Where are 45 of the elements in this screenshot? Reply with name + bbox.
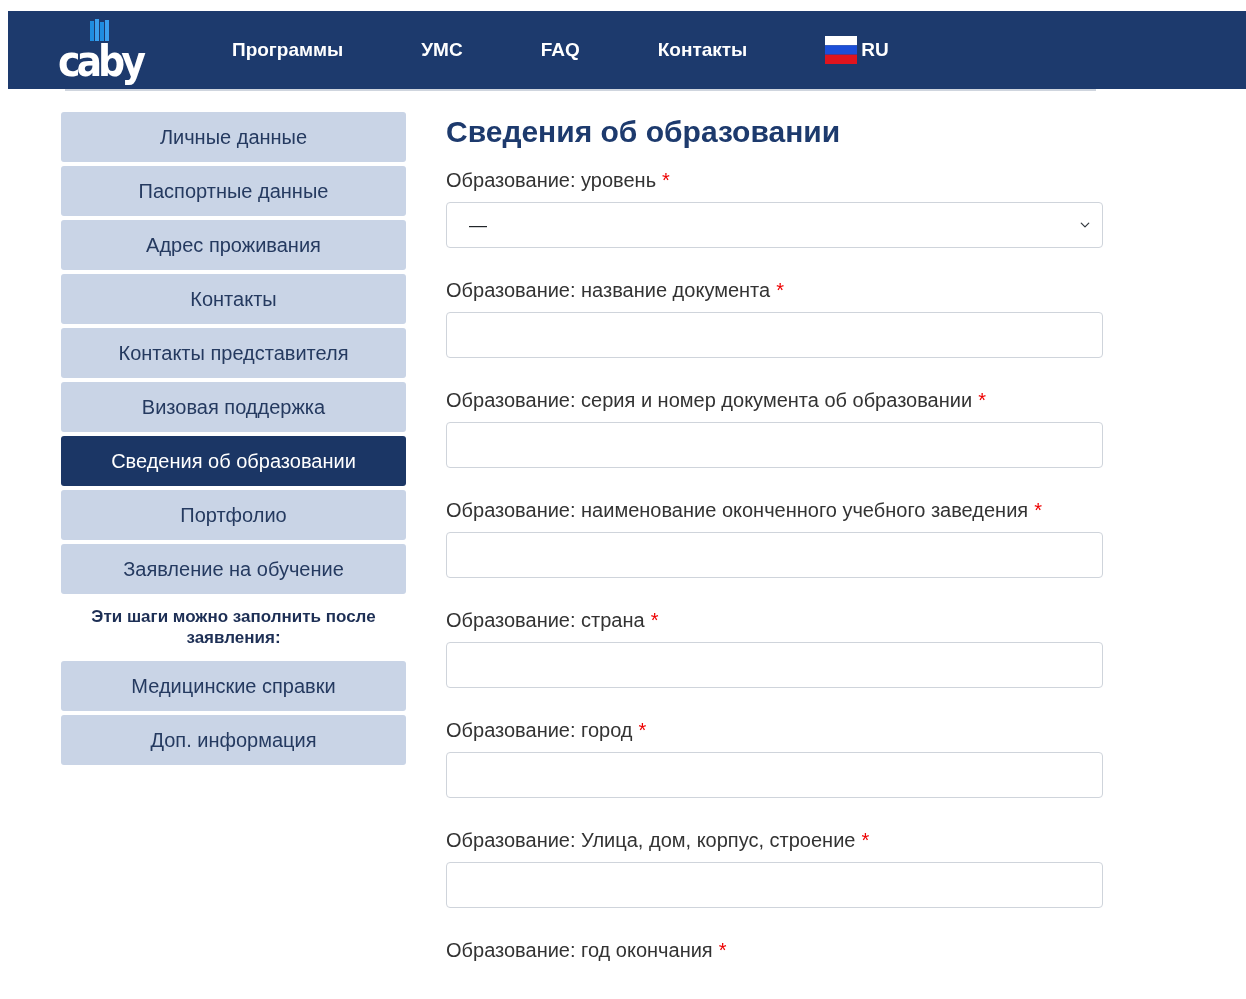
sidebar-item[interactable]: Контакты	[61, 274, 406, 324]
sidebar-item[interactable]: Портфолио	[61, 490, 406, 540]
language-link[interactable]: RU	[825, 35, 889, 65]
input-field[interactable]	[446, 752, 1103, 798]
required-mark: *	[978, 388, 986, 412]
field-label: Образование: год окончания	[446, 938, 713, 962]
required-mark: *	[861, 828, 870, 852]
required-mark: *	[718, 938, 727, 962]
required-mark: *	[1034, 498, 1042, 522]
required-mark: *	[638, 718, 647, 742]
sidebar-item[interactable]: Визовая поддержка	[61, 382, 406, 432]
input-field[interactable]	[446, 422, 1103, 468]
logo-text: caby	[57, 41, 143, 83]
sidebar-item[interactable]: Заявление на обучение	[61, 544, 406, 594]
form-title: Сведения об образовании	[446, 114, 842, 150]
sidebar-item[interactable]: Адрес проживания	[61, 220, 406, 270]
sidebar-item[interactable]: Паспортные данные	[61, 166, 406, 216]
required-mark: *	[650, 608, 659, 632]
field-label: Образование: страна	[446, 608, 645, 632]
sidebar-item[interactable]: Доп. информация	[61, 714, 406, 765]
required-mark: *	[776, 278, 784, 302]
field-label: Образование: серия и номер документа об образовании	[446, 388, 973, 412]
nav-link[interactable]: Программы	[232, 35, 344, 65]
sidebar-item[interactable]: Личные данные	[61, 112, 406, 162]
input-field[interactable]	[446, 532, 1103, 578]
input-field[interactable]	[446, 862, 1103, 908]
field-label: Образование: наименование оконченного учебного заведения	[446, 498, 1029, 522]
select-field[interactable]: —	[446, 202, 1103, 248]
flag-icon	[825, 36, 858, 64]
sidebar-note: Эти шаги можно заполнить после заявления:	[90, 606, 377, 649]
nav-link[interactable]: Контакты	[657, 35, 748, 65]
nav-link[interactable]: FAQ	[540, 35, 580, 65]
field-label: Образование: название документа	[446, 278, 771, 302]
sidebar-item[interactable]: Сведения об образовании	[61, 436, 406, 486]
language-label: RU	[861, 37, 889, 62]
required-mark: *	[662, 168, 670, 192]
field-label: Образование: Улица, дом, корпус, строение	[446, 828, 856, 852]
nav-link[interactable]: УМС	[421, 35, 463, 65]
input-field[interactable]	[446, 312, 1103, 358]
sidebar-item[interactable]: Контакты представителя	[61, 328, 406, 378]
input-field[interactable]	[446, 642, 1103, 688]
books-icon	[88, 19, 112, 43]
field-label: Образование: уровень	[446, 168, 657, 192]
sidebar-item[interactable]: Медицинские справки	[61, 660, 406, 711]
field-label: Образование: город	[446, 718, 633, 742]
